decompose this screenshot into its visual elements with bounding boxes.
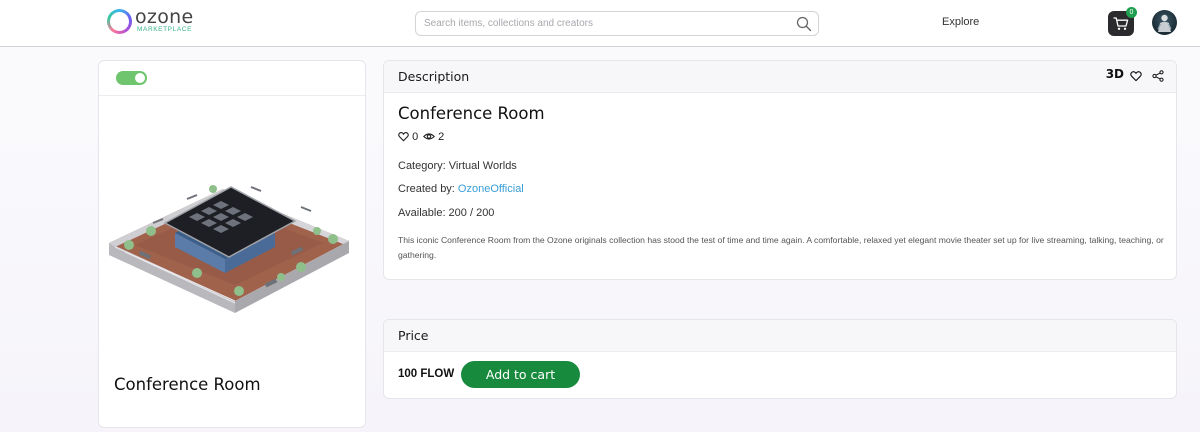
search-bar bbox=[415, 11, 819, 36]
explore-link[interactable]: Explore bbox=[942, 16, 979, 28]
price-heading: Price bbox=[398, 328, 429, 343]
views-count: 2 bbox=[438, 131, 445, 143]
top-nav-bar: ozone MARKETPLACE Explore 0 bbox=[0, 0, 1200, 47]
item-description: This iconic Conference Room from the Ozo… bbox=[398, 235, 1164, 260]
logo-wordmark: ozone bbox=[135, 6, 194, 28]
search-input[interactable] bbox=[424, 15, 784, 32]
logo-subtitle: MARKETPLACE bbox=[137, 26, 193, 33]
description-panel-header: Description 3D bbox=[384, 61, 1176, 93]
preview-toggle[interactable] bbox=[116, 71, 147, 85]
likes-stat: 0 bbox=[398, 131, 418, 143]
creator-link[interactable]: OzoneOfficial bbox=[458, 183, 524, 195]
share-icon[interactable] bbox=[1152, 70, 1164, 82]
created-by-label: Created by: bbox=[398, 183, 458, 195]
item-title: Conference Room bbox=[114, 375, 261, 394]
heart-icon bbox=[398, 132, 409, 142]
add-to-cart-button[interactable]: Add to cart bbox=[461, 361, 580, 388]
created-by-row: Created by: OzoneOfficial bbox=[398, 183, 524, 195]
price-value: 100 FLOW bbox=[398, 368, 455, 380]
cart-icon bbox=[1113, 17, 1129, 30]
item-preview-card: Conference Room bbox=[98, 60, 366, 428]
heart-icon[interactable] bbox=[1130, 70, 1142, 82]
price-panel: Price 100 FLOW Add to cart bbox=[383, 319, 1177, 399]
description-panel: Description 3D Conference Room 0 2 Categ… bbox=[383, 60, 1177, 280]
eye-icon bbox=[423, 133, 435, 140]
price-panel-header: Price bbox=[384, 320, 1176, 352]
views-stat: 2 bbox=[423, 131, 444, 143]
avatar-figure-icon bbox=[1157, 14, 1172, 32]
conference-room-preview-image bbox=[109, 185, 349, 313]
search-icon[interactable] bbox=[796, 16, 812, 32]
description-heading: Description bbox=[398, 69, 470, 84]
view-3d-button[interactable]: 3D bbox=[1106, 67, 1124, 81]
cart-button[interactable]: 0 bbox=[1108, 7, 1137, 36]
cart-count-badge: 0 bbox=[1126, 7, 1137, 18]
availability-text: Available: 200 / 200 bbox=[398, 207, 495, 219]
ozone-logo[interactable]: ozone MARKETPLACE bbox=[107, 6, 197, 37]
preview-card-top-bar bbox=[99, 61, 365, 96]
item-name-heading: Conference Room bbox=[398, 104, 545, 123]
user-avatar[interactable] bbox=[1152, 10, 1177, 35]
logo-ring-icon bbox=[107, 9, 132, 34]
likes-count: 0 bbox=[412, 131, 419, 143]
description-actions: 3D bbox=[1084, 67, 1164, 87]
category-text: Category: Virtual Worlds bbox=[398, 160, 517, 172]
